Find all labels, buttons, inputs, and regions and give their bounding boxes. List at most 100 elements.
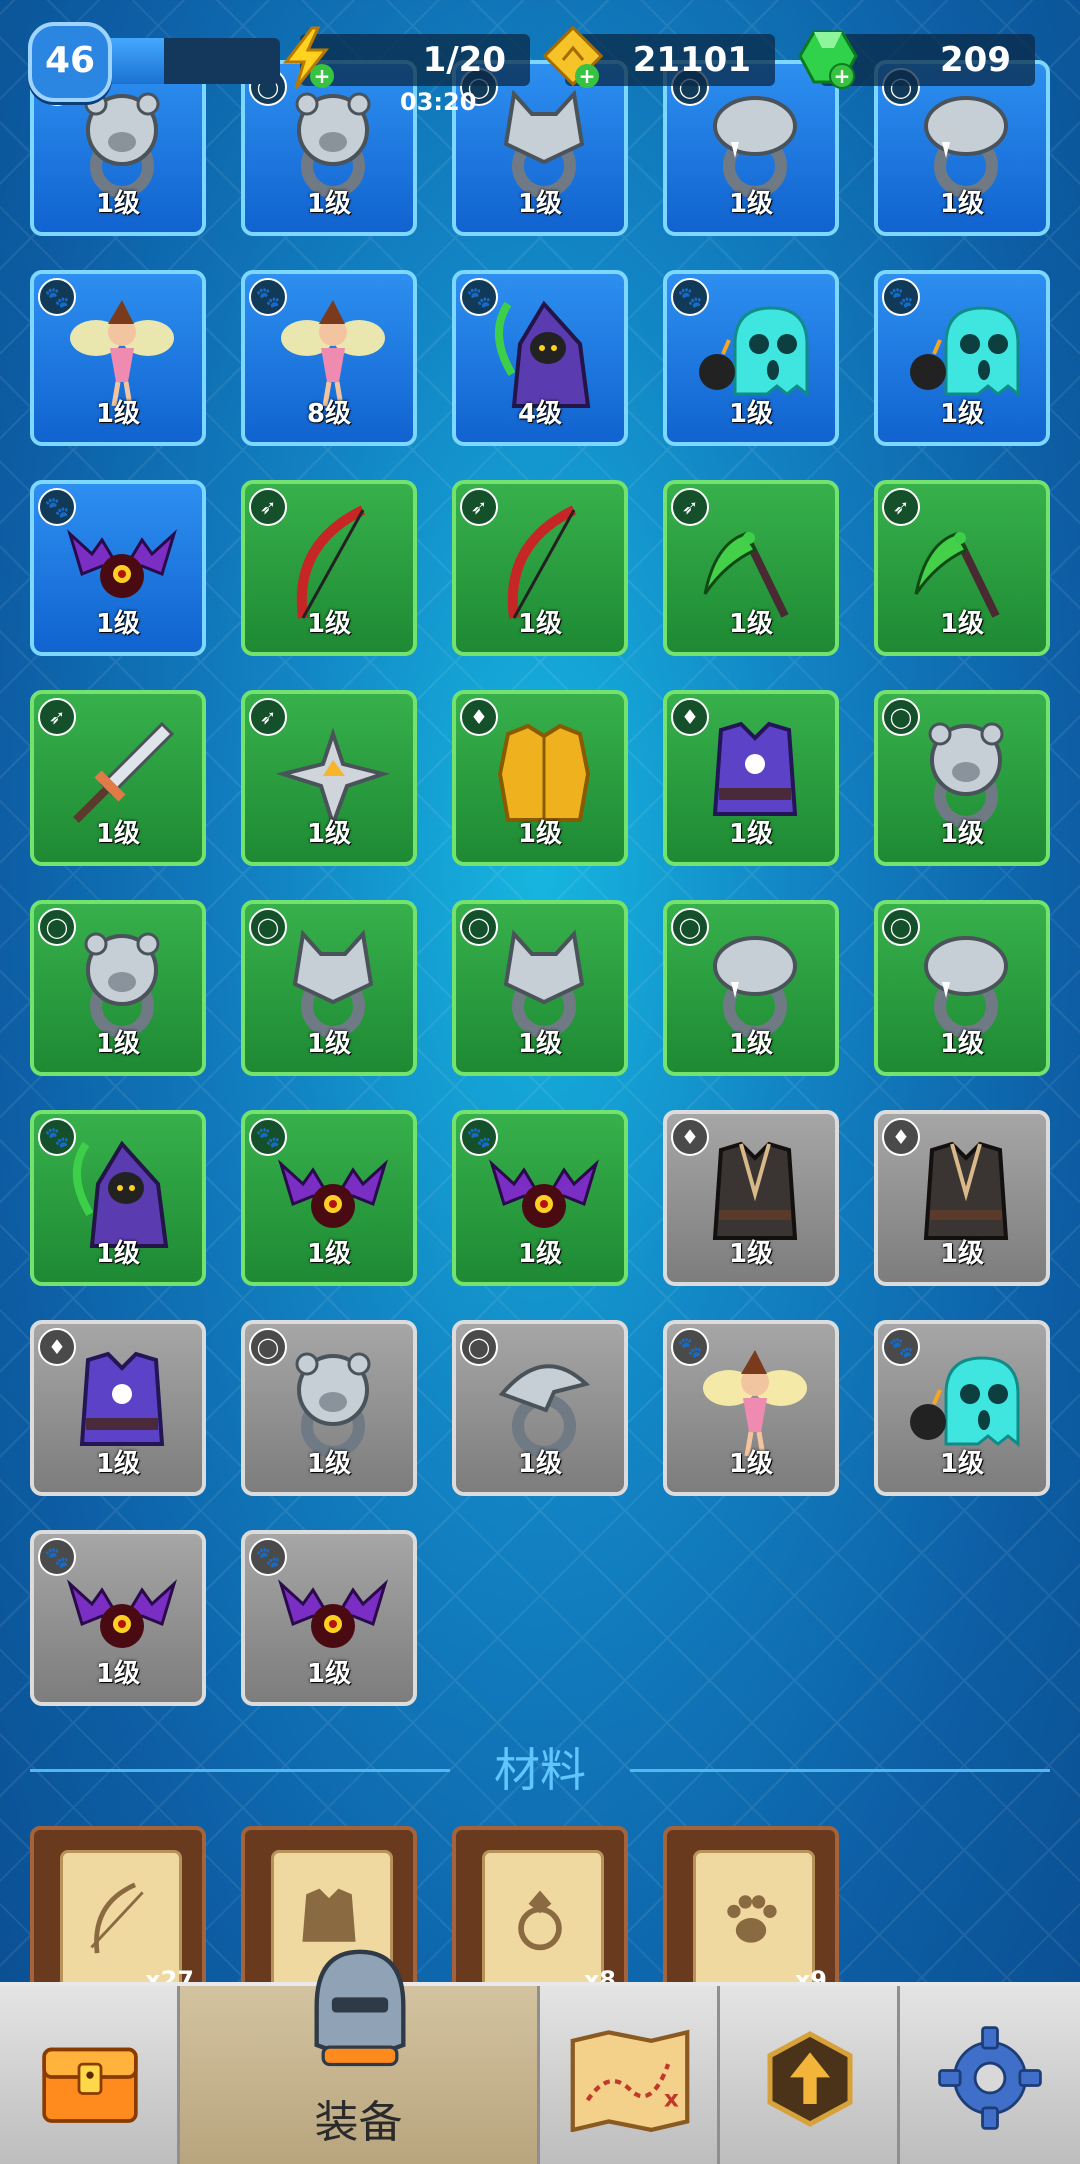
svg-text:x: x bbox=[664, 2086, 679, 2113]
item-slot[interactable]: ➶ 1级 bbox=[241, 690, 417, 866]
energy-counter[interactable]: + 1/20 bbox=[282, 26, 530, 89]
nav-chest[interactable] bbox=[0, 1986, 180, 2164]
item-slot[interactable]: ♦ 1级 bbox=[874, 1110, 1050, 1286]
item-level: 1级 bbox=[306, 189, 352, 219]
item-slot[interactable]: ◯1级 bbox=[663, 900, 839, 1076]
item-slot[interactable]: 🐾 1级 bbox=[874, 270, 1050, 446]
energy-value: 1/20 bbox=[422, 40, 506, 80]
material-slot[interactable]: x27 bbox=[30, 1826, 206, 1996]
item-level: 1级 bbox=[95, 1449, 141, 1479]
item-slot[interactable]: ➶ 1级 bbox=[30, 690, 206, 866]
item-slot[interactable]: 🐾 1级 bbox=[241, 1110, 417, 1286]
item-level: 1级 bbox=[95, 1659, 141, 1689]
item-slot[interactable]: ➶ 1级 bbox=[874, 480, 1050, 656]
item-level: 1级 bbox=[939, 1029, 985, 1059]
svg-text:+: + bbox=[579, 64, 596, 88]
upgrade-arrow-icon bbox=[767, 2031, 853, 2127]
item-level: 1级 bbox=[517, 819, 563, 849]
item-level: 1级 bbox=[939, 1449, 985, 1479]
item-level: 1级 bbox=[95, 1239, 141, 1269]
item-level: 4级 bbox=[517, 399, 563, 429]
item-slot[interactable]: 🐾 4级 bbox=[452, 270, 628, 446]
item-slot[interactable]: 🐾 1级 bbox=[30, 480, 206, 656]
gold-value: 21101 bbox=[632, 40, 751, 80]
item-level: 1级 bbox=[728, 609, 774, 639]
bottom-nav: 装备 x bbox=[0, 1949, 1080, 2164]
item-level: 1级 bbox=[939, 819, 985, 849]
svg-text:+: + bbox=[834, 64, 851, 88]
svg-text:+: + bbox=[314, 64, 331, 88]
item-slot[interactable]: 🐾 1级 bbox=[30, 1530, 206, 1706]
item-level: 1级 bbox=[517, 609, 563, 639]
item-level: 1级 bbox=[306, 1029, 352, 1059]
item-level: 1级 bbox=[95, 189, 141, 219]
gold-coin-icon: + bbox=[543, 26, 603, 88]
item-slot[interactable]: ◯1级 bbox=[241, 900, 417, 1076]
gear-icon bbox=[938, 2026, 1042, 2130]
item-level: 1级 bbox=[95, 819, 141, 849]
material-slot[interactable]: x9 bbox=[663, 1826, 839, 1996]
top-bar: 46 + 1/20 03:20 + 21101 + 209 bbox=[0, 0, 1080, 116]
item-level: 1级 bbox=[939, 399, 985, 429]
item-slot[interactable]: 🐾 1级 bbox=[663, 1320, 839, 1496]
item-slot[interactable]: ◯1级 bbox=[874, 690, 1050, 866]
item-slot[interactable]: ➶ 1级 bbox=[241, 480, 417, 656]
item-slot[interactable]: 🐾 1级 bbox=[30, 1110, 206, 1286]
item-slot[interactable]: ◯1级 bbox=[452, 900, 628, 1076]
item-level: 1级 bbox=[306, 1659, 352, 1689]
item-slot[interactable]: 🐾 8级 bbox=[241, 270, 417, 446]
gold-counter[interactable]: + 21101 bbox=[543, 26, 775, 88]
item-level: 1级 bbox=[95, 609, 141, 639]
treasure-map-icon: x bbox=[570, 2029, 690, 2132]
nav-equipment[interactable]: 装备 bbox=[180, 1949, 540, 2164]
item-slot[interactable]: ♦ 1级 bbox=[452, 690, 628, 866]
item-level: 1级 bbox=[517, 1239, 563, 1269]
item-level: 1级 bbox=[95, 1029, 141, 1059]
item-slot[interactable]: 🐾 1级 bbox=[874, 1320, 1050, 1496]
item-slot[interactable]: ◯1级 bbox=[241, 1320, 417, 1496]
item-slot[interactable]: ♦ 1级 bbox=[663, 690, 839, 866]
item-slot[interactable]: ◯1级 bbox=[452, 1320, 628, 1496]
item-slot[interactable]: 🐾 1级 bbox=[452, 1110, 628, 1286]
item-level: 1级 bbox=[939, 609, 985, 639]
item-slot[interactable]: 🐾 1级 bbox=[30, 270, 206, 446]
item-slot[interactable]: 🐾 1级 bbox=[663, 270, 839, 446]
item-slot[interactable]: ◯1级 bbox=[30, 900, 206, 1076]
item-level: 1级 bbox=[728, 399, 774, 429]
gem-value: 209 bbox=[940, 40, 1011, 80]
nav-map[interactable]: x bbox=[540, 1986, 720, 2164]
item-level: 1级 bbox=[306, 609, 352, 639]
item-level: 8级 bbox=[306, 399, 352, 429]
gem-counter[interactable]: + 209 bbox=[798, 30, 1035, 89]
energy-bolt-icon: + bbox=[282, 26, 334, 89]
item-level: 1级 bbox=[728, 189, 774, 219]
item-slot[interactable]: ➶ 1级 bbox=[452, 480, 628, 656]
item-slot[interactable]: ♦ 1级 bbox=[663, 1110, 839, 1286]
item-level: 1级 bbox=[939, 189, 985, 219]
materials-title: 材料 bbox=[494, 1743, 586, 1797]
item-level: 1级 bbox=[517, 189, 563, 219]
item-level: 1级 bbox=[939, 1239, 985, 1269]
nav-settings[interactable] bbox=[900, 1986, 1080, 2164]
helmet-icon bbox=[314, 1949, 406, 2067]
green-gem-icon: + bbox=[798, 30, 858, 89]
item-level: 1级 bbox=[95, 399, 141, 429]
item-slot[interactable]: 🐾 1级 bbox=[241, 1530, 417, 1706]
item-level: 1级 bbox=[728, 1029, 774, 1059]
material-slot[interactable]: x8 bbox=[452, 1826, 628, 1996]
item-level: 1级 bbox=[517, 1029, 563, 1059]
item-level: 1级 bbox=[306, 819, 352, 849]
item-slot[interactable]: ◯1级 bbox=[874, 900, 1050, 1076]
energy-timer: 03:20 bbox=[400, 88, 477, 116]
item-level: 1级 bbox=[517, 1449, 563, 1479]
item-level: 1级 bbox=[306, 1239, 352, 1269]
item-slot[interactable]: ➶ 1级 bbox=[663, 480, 839, 656]
item-slot[interactable]: ♦ 1级 bbox=[30, 1320, 206, 1496]
nav-upgrade[interactable] bbox=[720, 1986, 900, 2164]
materials-divider: 材料 bbox=[30, 1740, 1050, 1800]
item-level: 1级 bbox=[728, 1239, 774, 1269]
item-level: 1级 bbox=[728, 1449, 774, 1479]
nav-equipment-label: 装备 bbox=[314, 2097, 403, 2148]
treasure-chest-icon bbox=[42, 2047, 138, 2123]
player-level-badge[interactable]: 46 bbox=[28, 22, 112, 102]
